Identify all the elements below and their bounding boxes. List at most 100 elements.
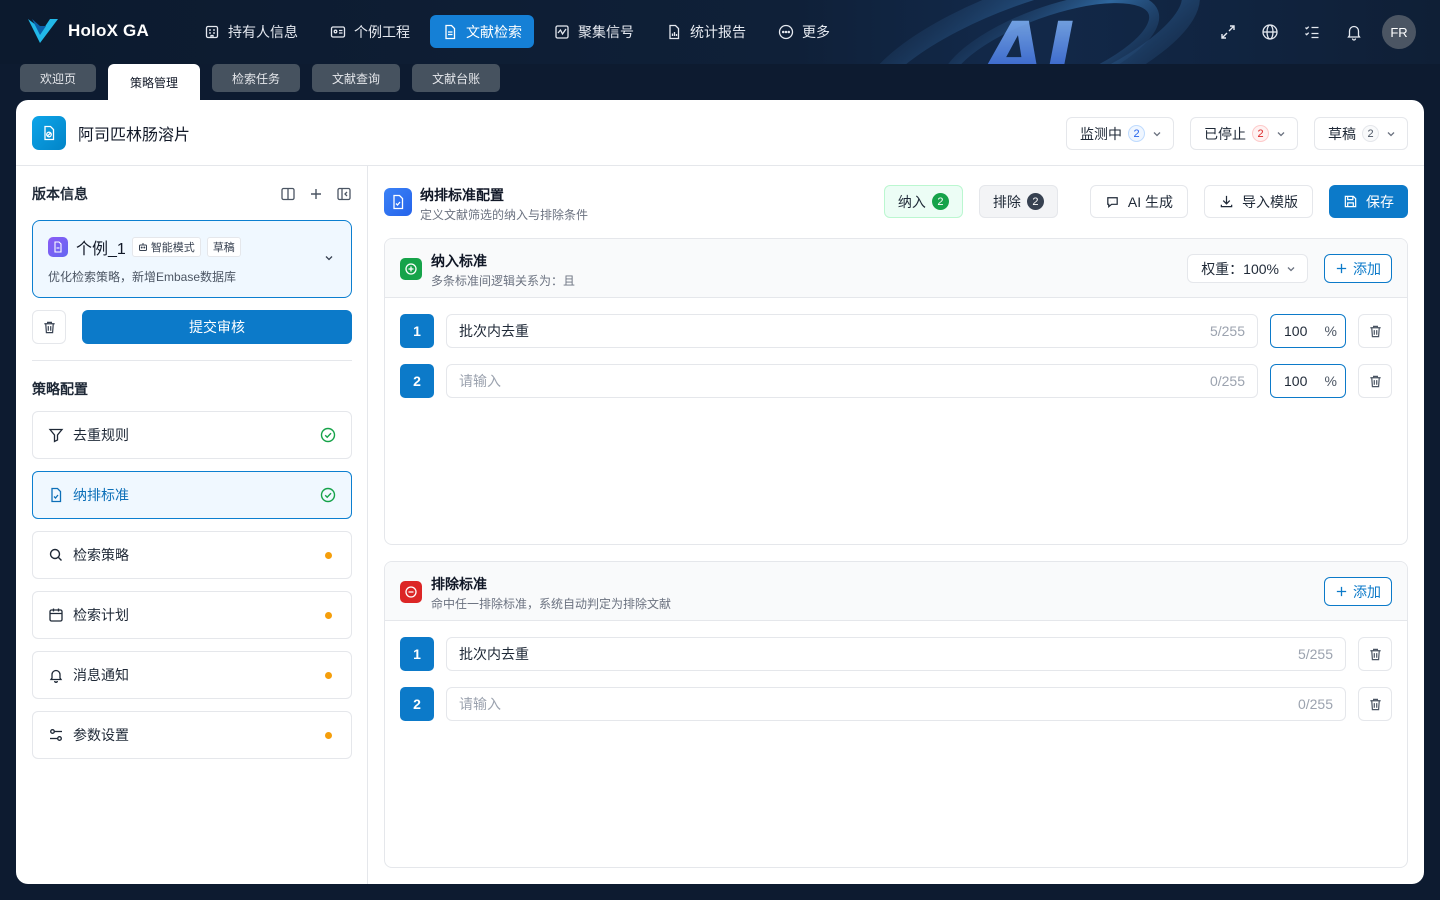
- add-exclude-button[interactable]: 添加: [1324, 577, 1392, 606]
- delete-row-button[interactable]: [1358, 687, 1392, 721]
- strategy-item-label: 参数设置: [73, 727, 129, 743]
- tasks-button[interactable]: [1296, 14, 1328, 50]
- add-label: 添加: [1353, 260, 1381, 277]
- tab-strategy-management[interactable]: 策略管理: [108, 64, 201, 100]
- nav-more[interactable]: 更多: [766, 15, 842, 48]
- strategy-item-notification[interactable]: 消息通知: [32, 651, 352, 699]
- config-header: 纳排标准配置 定义文献筛选的纳入与排除条件 纳入 2 排除 2 AI 生成 导入…: [384, 185, 1408, 222]
- trash-icon: [1369, 698, 1381, 710]
- status-stopped-select[interactable]: 已停止 2: [1190, 117, 1298, 150]
- tab-welcome[interactable]: 欢迎页: [20, 64, 97, 92]
- left-panel: 版本信息 个例_1 智能模式 草稿 优化检索策略，新增Embase数据库 提交审…: [16, 166, 368, 884]
- tab-literature-query[interactable]: 文献查询: [312, 64, 401, 92]
- submit-review-button[interactable]: 提交审核: [82, 310, 352, 344]
- char-count: 5/255: [1297, 646, 1333, 662]
- add-include-button[interactable]: 添加: [1324, 254, 1392, 283]
- pending-dot: [324, 671, 332, 679]
- strategy-item-dedup[interactable]: 去重规则: [32, 411, 352, 459]
- strategy-item-label: 消息通知: [73, 667, 129, 683]
- criteria-input[interactable]: 批次内去重 5/255: [446, 637, 1346, 671]
- weight-input[interactable]: 100 %: [1270, 364, 1346, 398]
- sidebar-collapse-icon: [337, 187, 351, 201]
- notification-button[interactable]: [1338, 14, 1370, 50]
- trash-icon: [1369, 325, 1381, 337]
- document-icon: [445, 24, 456, 39]
- ai-generate-label: AI 生成: [1127, 193, 1173, 210]
- nav-literature-search[interactable]: 文献检索: [430, 15, 534, 48]
- brand-name: HoloX GA: [68, 21, 149, 40]
- user-avatar[interactable]: FR: [1382, 15, 1416, 49]
- exclude-subtitle: 命中任一排除标准，系统自动判定为排除文献: [431, 597, 672, 611]
- delete-row-button[interactable]: [1358, 314, 1392, 348]
- page-tabs: 欢迎页 策略管理 检索任务 文献查询 文献台账: [20, 64, 501, 100]
- row-index: 2: [400, 364, 434, 398]
- char-count: 0/255: [1297, 696, 1333, 712]
- plus-icon: [1336, 586, 1347, 597]
- ai-generate-button[interactable]: AI 生成: [1089, 185, 1188, 218]
- strategy-item-label: 检索策略: [73, 547, 129, 563]
- weight-input[interactable]: 100 %: [1270, 314, 1346, 348]
- delete-version-button[interactable]: [32, 310, 66, 344]
- pill-label: 纳入: [897, 193, 926, 210]
- delete-row-button[interactable]: [1358, 364, 1392, 398]
- nav-cluster-signal[interactable]: 聚集信号: [542, 15, 646, 48]
- strategy-list: 去重规则 纳排标准 检索策略 检索计划 消息通知 参数设置: [32, 411, 352, 771]
- trash-icon: [1369, 375, 1381, 387]
- fullscreen-button[interactable]: [1212, 14, 1244, 50]
- add-version-button[interactable]: [308, 186, 324, 202]
- strategy-item-criteria[interactable]: 纳排标准: [32, 471, 352, 519]
- version-section-title: 版本信息: [32, 186, 88, 202]
- plus-icon: [311, 189, 321, 199]
- row-index: 2: [400, 687, 434, 721]
- status-filters: 监测中 2 已停止 2 草稿 2: [1066, 117, 1408, 150]
- include-row: 1 批次内去重 5/255 100 %: [400, 314, 1392, 348]
- criteria-input[interactable]: 请输入 0/255: [446, 687, 1346, 721]
- brand-logo[interactable]: HoloX GA: [26, 16, 149, 46]
- nav-label: 更多: [802, 23, 830, 40]
- row-index: 1: [400, 314, 434, 348]
- version-card[interactable]: 个例_1 智能模式 草稿 优化检索策略，新增Embase数据库: [32, 220, 352, 298]
- exclude-row: 2 请输入 0/255: [400, 687, 1392, 721]
- strategy-item-label: 检索计划: [73, 607, 129, 623]
- import-template-button[interactable]: 导入模版: [1204, 185, 1313, 218]
- product-icon: [32, 115, 66, 150]
- save-button[interactable]: 保存: [1329, 185, 1408, 218]
- strategy-item-search[interactable]: 检索策略: [32, 531, 352, 579]
- strategy-item-params[interactable]: 参数设置: [32, 711, 352, 759]
- criteria-input[interactable]: 请输入 0/255: [446, 364, 1258, 398]
- pill-document-icon: [44, 125, 55, 140]
- strategy-item-plan[interactable]: 检索计划: [32, 591, 352, 639]
- exclude-filter-pill[interactable]: 排除 2: [978, 185, 1058, 218]
- include-filter-pill[interactable]: 纳入 2: [883, 185, 963, 218]
- compare-button[interactable]: [280, 186, 296, 202]
- ai-banner-decoration-icon: AI: [860, 0, 1200, 64]
- nav-stat-report[interactable]: 统计报告: [654, 15, 758, 48]
- criteria-input[interactable]: 批次内去重 5/255: [446, 314, 1258, 348]
- status-label: 已停止: [1204, 125, 1246, 142]
- status-label: 监测中: [1080, 125, 1122, 142]
- import-template-label: 导入模版: [1242, 193, 1298, 210]
- nav-holder-info[interactable]: 持有人信息: [192, 15, 310, 48]
- tab-search-tasks[interactable]: 检索任务: [212, 64, 301, 92]
- include-criteria-header: 纳入标准 多条标准间逻辑关系为：且 权重：100% 添加: [385, 239, 1407, 298]
- language-button[interactable]: [1254, 14, 1286, 50]
- exclude-title: 排除标准: [431, 576, 487, 592]
- status-draft-select[interactable]: 草稿 2: [1314, 117, 1408, 150]
- version-name: 个例_1: [76, 241, 126, 258]
- delete-row-button[interactable]: [1358, 637, 1392, 671]
- config-icon: [384, 188, 412, 216]
- version-header: 版本信息: [32, 184, 352, 204]
- collapse-panel-button[interactable]: [336, 186, 352, 202]
- trash-icon: [43, 321, 55, 333]
- tab-literature-ledger[interactable]: 文献台账: [412, 64, 501, 92]
- nav-case-project[interactable]: 个例工程: [318, 15, 422, 48]
- strategy-item-label: 去重规则: [73, 427, 129, 443]
- status-count: 2: [1252, 125, 1269, 142]
- mode-badge-label: 智能模式: [150, 242, 195, 254]
- save-label: 保存: [1366, 193, 1394, 210]
- weight-select[interactable]: 权重：100%: [1187, 254, 1308, 283]
- weight-unit: %: [1324, 323, 1337, 339]
- calendar-icon: [49, 608, 63, 622]
- filter-icon: [48, 428, 64, 443]
- status-monitoring-select[interactable]: 监测中 2: [1066, 117, 1174, 150]
